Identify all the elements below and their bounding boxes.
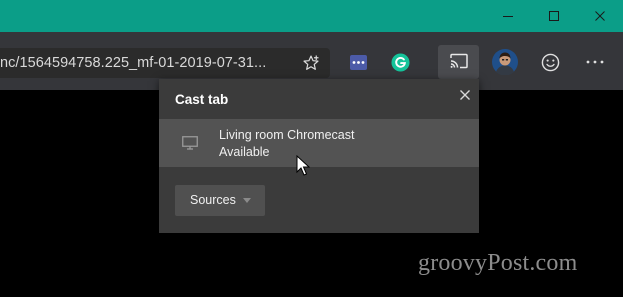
- window-titlebar: [0, 0, 623, 32]
- profile-avatar[interactable]: [492, 49, 518, 75]
- monitor-icon: [182, 136, 198, 150]
- more-menu-button[interactable]: [584, 52, 606, 72]
- address-url[interactable]: nc/1564594758.225_mf-01-2019-07-31...: [0, 55, 290, 71]
- cast-device-item[interactable]: Living room Chromecast Available: [159, 119, 479, 167]
- more-menu-icon: [586, 60, 604, 64]
- cast-button[interactable]: [438, 45, 479, 79]
- maximize-button[interactable]: [531, 0, 577, 32]
- close-window-button[interactable]: [577, 0, 623, 32]
- close-icon: [460, 90, 470, 100]
- popup-close-button[interactable]: [455, 85, 475, 105]
- sources-dropdown[interactable]: Sources: [175, 185, 265, 216]
- grammarly-icon: [390, 52, 410, 72]
- popup-title: Cast tab: [175, 92, 229, 107]
- cast-tab-popup: Cast tab Living room Chromecast Availabl…: [159, 79, 479, 233]
- watermark-text: groovyPost.com: [418, 250, 578, 276]
- chevron-down-icon: [243, 198, 251, 203]
- device-name: Living room Chromecast: [219, 128, 355, 142]
- feedback-smiley-icon: [541, 53, 559, 71]
- maximize-icon: [549, 11, 559, 21]
- minimize-button[interactable]: [485, 0, 531, 32]
- extension-button[interactable]: [348, 52, 368, 72]
- feedback-button[interactable]: [539, 51, 561, 73]
- mouse-cursor-icon: [296, 155, 310, 176]
- cast-icon: [450, 53, 468, 69]
- favorite-star-icon: [303, 55, 319, 70]
- minimize-icon: [503, 16, 513, 17]
- grammarly-button[interactable]: [389, 51, 411, 73]
- profile-avatar-icon: [492, 49, 518, 75]
- device-status: Available: [219, 145, 270, 159]
- favorite-star-button[interactable]: [300, 52, 322, 74]
- sources-label: Sources: [190, 193, 236, 207]
- extension-dots-icon: [349, 54, 367, 70]
- close-icon: [595, 11, 605, 21]
